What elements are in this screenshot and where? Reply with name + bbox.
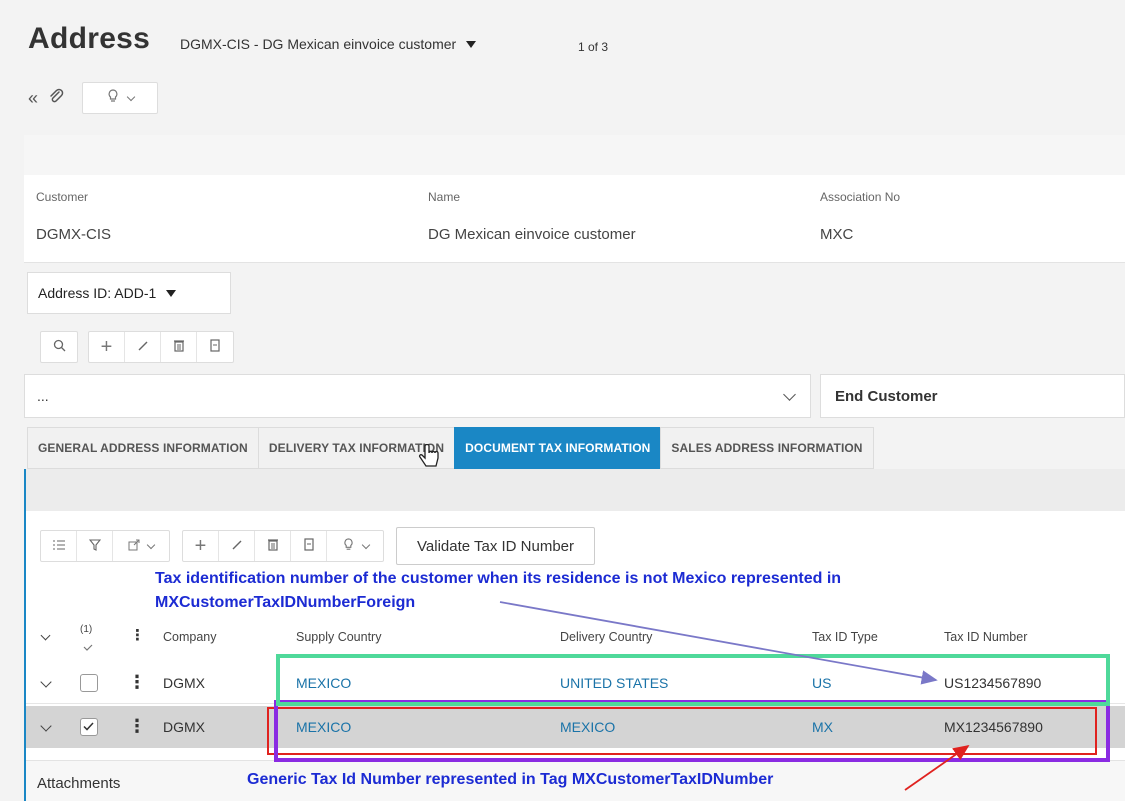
arrow-generic bbox=[904, 744, 970, 791]
annotation-overlay bbox=[267, 601, 1110, 791]
purple-highlight-box bbox=[274, 700, 1110, 762]
arrow-foreign bbox=[499, 601, 938, 685]
green-highlight-box bbox=[276, 654, 1110, 706]
red-highlight-box bbox=[267, 707, 1097, 755]
